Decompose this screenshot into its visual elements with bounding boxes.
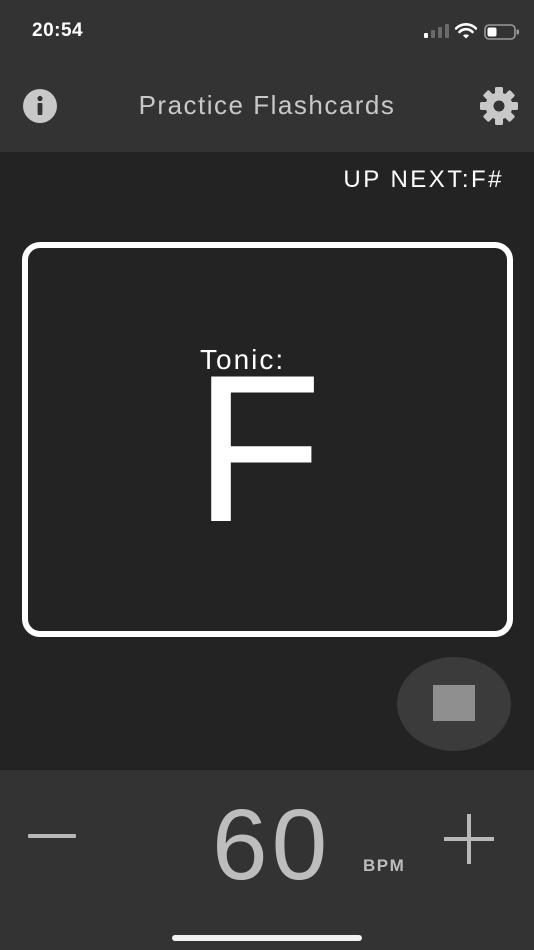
flashcard[interactable]: Tonic: F xyxy=(22,242,513,637)
stop-button[interactable] xyxy=(397,657,511,751)
bpm-unit: BPM xyxy=(363,856,406,875)
tempo-bar: 60 BPM xyxy=(0,770,534,950)
page-title: Practice Flashcards xyxy=(138,90,396,120)
app-screen: 20:54 Practice Flashcards UP NEXT:F# Ton… xyxy=(0,0,534,950)
gear-icon[interactable] xyxy=(479,86,519,126)
header: 20:54 Practice Flashcards xyxy=(0,0,534,152)
up-next-label: UP NEXT:F# xyxy=(343,166,504,193)
minus-icon xyxy=(28,834,76,838)
bpm-value: 60 xyxy=(212,789,332,901)
card-value: F xyxy=(194,331,323,566)
battery-icon xyxy=(484,24,519,40)
increase-tempo-button[interactable] xyxy=(440,812,498,866)
decrease-tempo-button[interactable] xyxy=(22,810,82,860)
home-indicator[interactable] xyxy=(172,935,362,941)
signal-icon xyxy=(424,24,449,38)
stop-icon xyxy=(433,685,475,721)
status-time: 20:54 xyxy=(32,20,84,41)
wifi-icon xyxy=(455,23,477,39)
